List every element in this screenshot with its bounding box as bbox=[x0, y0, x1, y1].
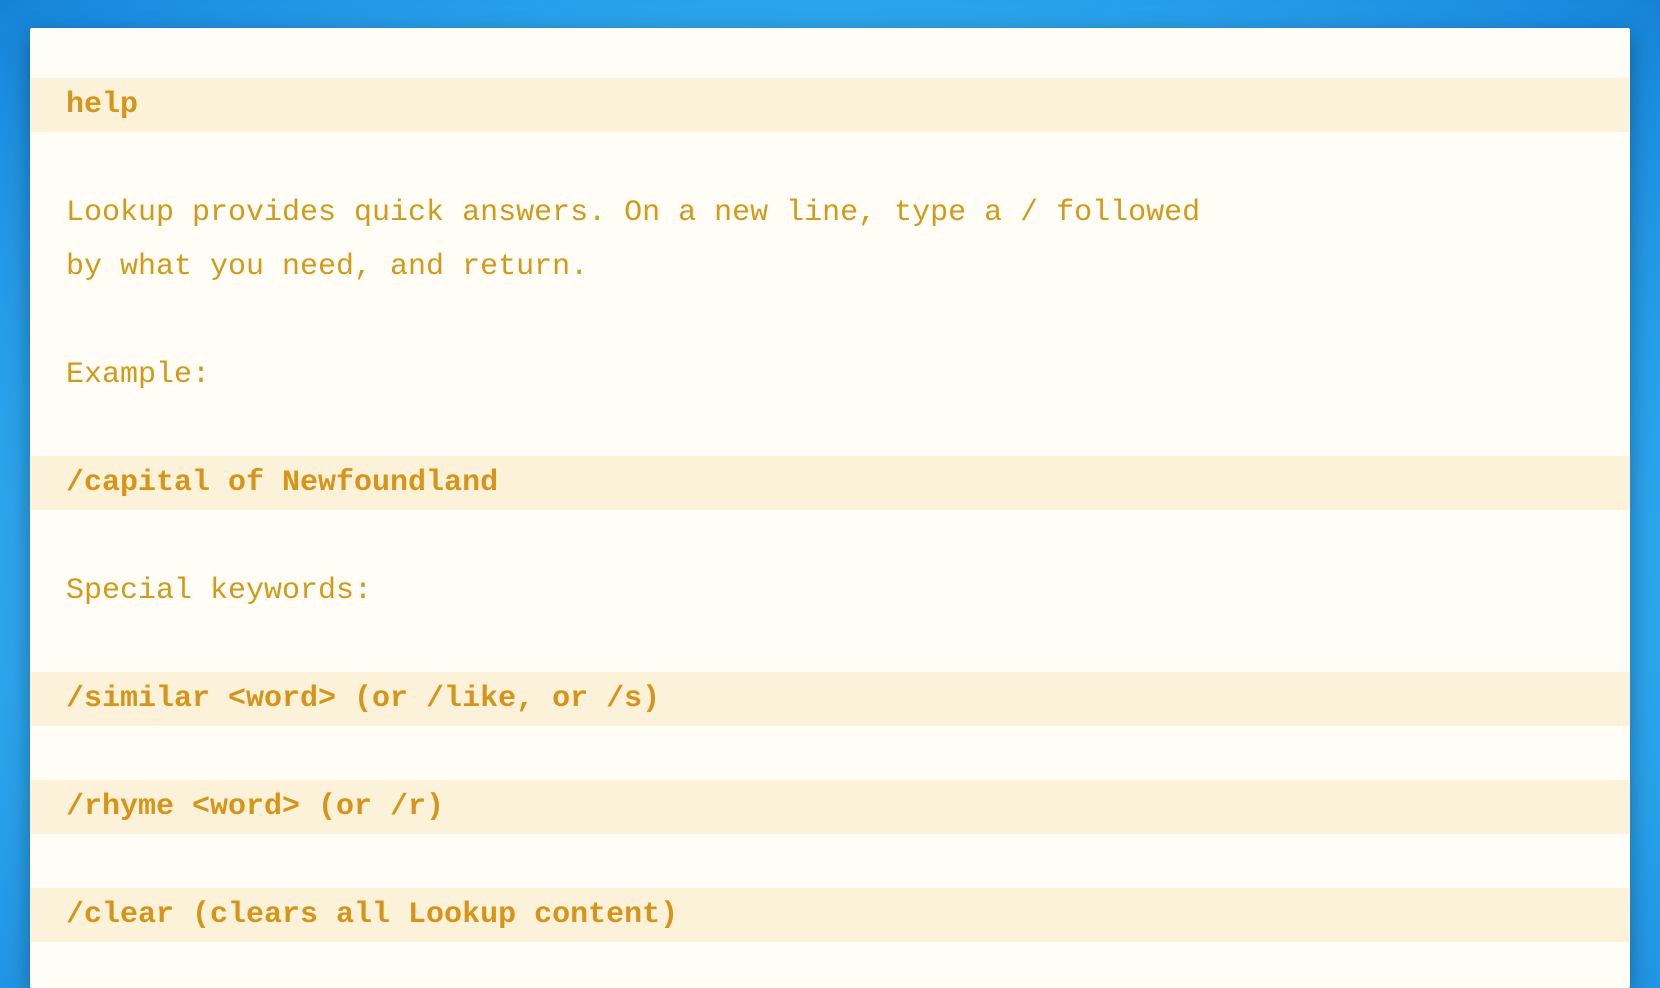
help-intro-line-2: by what you need, and return. bbox=[30, 240, 1630, 294]
blank-line bbox=[30, 726, 1630, 780]
help-example-label: Example: bbox=[30, 348, 1630, 402]
help-command-clear: /clear (clears all Lookup content) bbox=[30, 888, 1630, 942]
blank-line bbox=[30, 618, 1630, 672]
help-command-similar: /similar <word> (or /like, or /s) bbox=[30, 672, 1630, 726]
help-card: help Lookup provides quick answers. On a… bbox=[30, 28, 1630, 988]
help-command-rhyme: /rhyme <word> (or /r) bbox=[30, 780, 1630, 834]
blank-line bbox=[30, 510, 1630, 564]
help-intro-line-1: Lookup provides quick answers. On a new … bbox=[30, 186, 1630, 240]
help-content: help Lookup provides quick answers. On a… bbox=[30, 28, 1630, 942]
blank-line bbox=[30, 834, 1630, 888]
help-special-label: Special keywords: bbox=[30, 564, 1630, 618]
blank-line bbox=[30, 294, 1630, 348]
help-heading: help bbox=[30, 78, 1630, 132]
blank-line bbox=[30, 132, 1630, 186]
blank-line bbox=[30, 402, 1630, 456]
help-example-command: /capital of Newfoundland bbox=[30, 456, 1630, 510]
